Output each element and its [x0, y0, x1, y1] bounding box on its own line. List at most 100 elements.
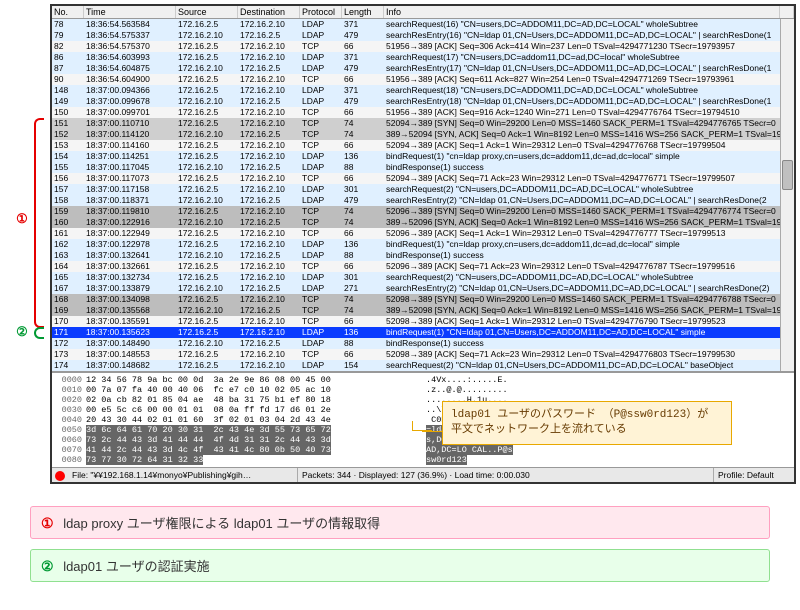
- packet-row[interactable]: 16018:37:00.122916172.16.2.10172.16.2.5T…: [52, 217, 794, 228]
- cell-time: 18:37:00.099678: [84, 96, 176, 107]
- cell-time: 18:37:00.122916: [84, 217, 176, 228]
- vertical-scrollbar[interactable]: [780, 19, 794, 371]
- packet-row[interactable]: 15518:37:00.117045172.16.2.10172.16.2.5L…: [52, 162, 794, 173]
- annotation-num-2: ②: [12, 322, 32, 342]
- cell-proto: LDAP: [300, 30, 342, 41]
- status-file[interactable]: File: "¥¥192.168.1.14¥monyo¥Publishing¥g…: [68, 468, 298, 482]
- cell-proto: TCP: [300, 261, 342, 272]
- cell-proto: LDAP: [300, 250, 342, 261]
- cell-src: 172.16.2.5: [176, 294, 238, 305]
- cell-no: 152: [52, 129, 84, 140]
- cell-no: 156: [52, 173, 84, 184]
- packet-row[interactable]: 15818:37:00.118371172.16.2.10172.16.2.5L…: [52, 195, 794, 206]
- cell-len: 88: [342, 162, 384, 173]
- col-time[interactable]: Time: [84, 6, 176, 18]
- col-no[interactable]: No.: [52, 6, 84, 18]
- cell-no: 82: [52, 41, 84, 52]
- cell-no: 154: [52, 151, 84, 162]
- status-profile[interactable]: Profile: Default: [714, 468, 794, 482]
- packet-row[interactable]: 17218:37:00.148490172.16.2.10172.16.2.5L…: [52, 338, 794, 349]
- scrollbar-thumb[interactable]: [782, 160, 793, 190]
- cell-dst: 172.16.2.10: [238, 151, 300, 162]
- cell-src: 172.16.2.5: [176, 107, 238, 118]
- cell-src: 172.16.2.5: [176, 360, 238, 371]
- packet-row[interactable]: 7918:36:54.575337172.16.2.10172.16.2.5LD…: [52, 30, 794, 41]
- cell-no: 160: [52, 217, 84, 228]
- packet-row[interactable]: 16718:37:00.133879172.16.2.10172.16.2.5L…: [52, 283, 794, 294]
- cell-len: 136: [342, 151, 384, 162]
- col-info[interactable]: Info: [384, 6, 780, 18]
- col-src[interactable]: Source: [176, 6, 238, 18]
- cell-proto: TCP: [300, 129, 342, 140]
- packet-row[interactable]: 15318:37:00.114160172.16.2.5172.16.2.10T…: [52, 140, 794, 151]
- cell-time: 18:37:00.122978: [84, 239, 176, 250]
- packet-row[interactable]: 16318:37:00.132641172.16.2.10172.16.2.5L…: [52, 250, 794, 261]
- packet-row[interactable]: 14818:37:00.094366172.16.2.5172.16.2.10L…: [52, 85, 794, 96]
- cell-time: 18:37:00.134098: [84, 294, 176, 305]
- cell-no: 155: [52, 162, 84, 173]
- cell-len: 479: [342, 30, 384, 41]
- cell-dst: 172.16.2.10: [238, 52, 300, 63]
- packet-row[interactable]: 16518:37:00.132734172.16.2.5172.16.2.10L…: [52, 272, 794, 283]
- cell-time: 18:37:00.133879: [84, 283, 176, 294]
- packet-row[interactable]: 17318:37:00.148553172.16.2.5172.16.2.10T…: [52, 349, 794, 360]
- packet-row[interactable]: 17118:37:00.135623172.16.2.5172.16.2.10L…: [52, 327, 794, 338]
- cell-info: 389→52096 [SYN, ACK] Seq=0 Ack=1 Win=819…: [384, 217, 794, 228]
- col-len[interactable]: Length: [342, 6, 384, 18]
- packet-row[interactable]: 15718:37:00.117158172.16.2.5172.16.2.10L…: [52, 184, 794, 195]
- packet-row[interactable]: 9018:36:54.604900172.16.2.5172.16.2.10TC…: [52, 74, 794, 85]
- wireshark-window: No. Time Source Destination Protocol Len…: [50, 4, 796, 484]
- cell-len: 479: [342, 195, 384, 206]
- packet-row[interactable]: 15218:37:00.114120172.16.2.10172.16.2.5T…: [52, 129, 794, 140]
- packet-row[interactable]: 8618:36:54.603993172.16.2.5172.16.2.10LD…: [52, 52, 794, 63]
- packet-row[interactable]: 8218:36:54.575370172.16.2.5172.16.2.10TC…: [52, 41, 794, 52]
- packet-row[interactable]: 15918:37:00.119810172.16.2.5172.16.2.10T…: [52, 206, 794, 217]
- capture-stop-icon[interactable]: [55, 471, 65, 481]
- cell-no: 169: [52, 305, 84, 316]
- cell-info: bindResponse(1) success: [384, 250, 794, 261]
- packet-row[interactable]: 16918:37:00.135568172.16.2.10172.16.2.5T…: [52, 305, 794, 316]
- cell-no: 172: [52, 338, 84, 349]
- packet-row[interactable]: 16418:37:00.132661172.16.2.5172.16.2.10T…: [52, 261, 794, 272]
- cell-proto: TCP: [300, 305, 342, 316]
- packet-row[interactable]: 7818:36:54.563584172.16.2.5172.16.2.10LD…: [52, 19, 794, 30]
- note-2-num: ②: [41, 558, 54, 574]
- packet-row[interactable]: 15618:37:00.117073172.16.2.5172.16.2.10T…: [52, 173, 794, 184]
- cell-info: searchRequest(16) "CN=users,DC=ADDOM11,D…: [384, 19, 794, 30]
- cell-src: 172.16.2.10: [176, 283, 238, 294]
- cell-time: 18:37:00.094366: [84, 85, 176, 96]
- cell-info: searchResEntry(18) "CN=ldap 01,CN=Users,…: [384, 96, 794, 107]
- packet-row[interactable]: 17418:37:00.148682172.16.2.5172.16.2.10L…: [52, 360, 794, 371]
- cell-dst: 172.16.2.5: [238, 63, 300, 74]
- cell-no: 79: [52, 30, 84, 41]
- cell-proto: TCP: [300, 316, 342, 327]
- packet-row[interactable]: 8718:36:54.604875172.16.2.10172.16.2.5LD…: [52, 63, 794, 74]
- packet-list[interactable]: ① ② 7818:36:54.563584172.16.2.5172.16.2.…: [52, 19, 794, 371]
- packet-row[interactable]: 17018:37:00.135591172.16.2.5172.16.2.10T…: [52, 316, 794, 327]
- cell-dst: 172.16.2.5: [238, 162, 300, 173]
- cell-proto: LDAP: [300, 195, 342, 206]
- cell-proto: LDAP: [300, 52, 342, 63]
- cell-proto: TCP: [300, 217, 342, 228]
- packet-row[interactable]: 16118:37:00.122949172.16.2.5172.16.2.10T…: [52, 228, 794, 239]
- cell-len: 271: [342, 283, 384, 294]
- cell-time: 18:36:54.575337: [84, 30, 176, 41]
- cell-time: 18:37:00.148553: [84, 349, 176, 360]
- hex-dump-pane[interactable]: 000000100020003000400050006000700080 12 …: [52, 373, 794, 467]
- cell-src: 172.16.2.5: [176, 228, 238, 239]
- packet-row[interactable]: 15118:37:00.110710172.16.2.5172.16.2.10T…: [52, 118, 794, 129]
- packet-row[interactable]: 15018:37:00.099701172.16.2.5172.16.2.10T…: [52, 107, 794, 118]
- packet-row[interactable]: 14918:37:00.099678172.16.2.10172.16.2.5L…: [52, 96, 794, 107]
- cell-proto: TCP: [300, 228, 342, 239]
- callout-line2: 平文でネットワーク上を流れている: [451, 423, 723, 438]
- packet-row[interactable]: 16218:37:00.122978172.16.2.5172.16.2.10L…: [52, 239, 794, 250]
- cell-dst: 172.16.2.5: [238, 129, 300, 140]
- packet-row[interactable]: 15418:37:00.114251172.16.2.5172.16.2.10L…: [52, 151, 794, 162]
- cell-proto: TCP: [300, 349, 342, 360]
- cell-dst: 172.16.2.5: [238, 283, 300, 294]
- col-dst[interactable]: Destination: [238, 6, 300, 18]
- packet-row[interactable]: 16818:37:00.134098172.16.2.5172.16.2.10T…: [52, 294, 794, 305]
- col-proto[interactable]: Protocol: [300, 6, 342, 18]
- cell-dst: 172.16.2.10: [238, 19, 300, 30]
- cell-len: 136: [342, 239, 384, 250]
